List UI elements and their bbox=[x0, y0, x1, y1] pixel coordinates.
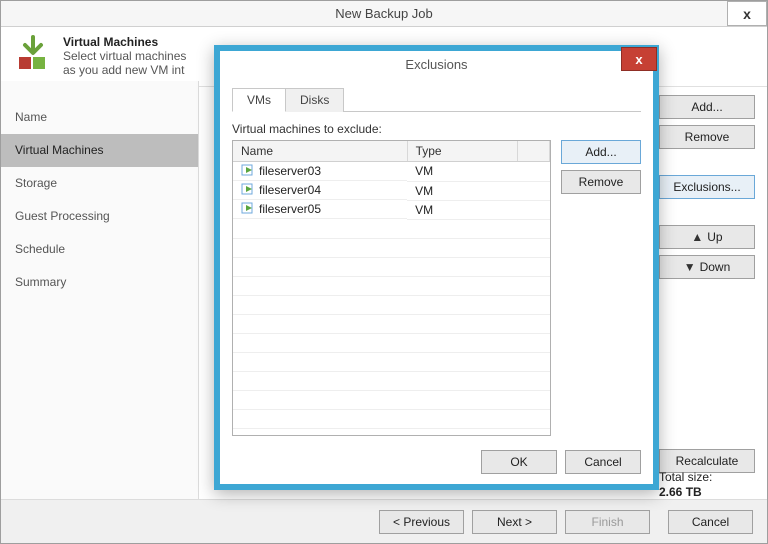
arrow-down-icon: ▼ bbox=[684, 260, 696, 274]
main-window: New Backup Job x Virtual Machines Select… bbox=[0, 0, 768, 544]
window-title: New Backup Job bbox=[335, 6, 433, 21]
exclusions-footer: OK Cancel bbox=[232, 450, 641, 474]
arrow-up-icon: ▲ bbox=[691, 230, 703, 244]
wizard-sidebar: Name Virtual Machines Storage Guest Proc… bbox=[1, 81, 199, 499]
move-up-button[interactable]: ▲ Up bbox=[659, 225, 755, 249]
vm-header-icon bbox=[13, 35, 53, 78]
exclude-right-buttons: Add... Remove bbox=[561, 140, 641, 436]
titlebar: New Backup Job x bbox=[1, 1, 767, 27]
add-vm-button[interactable]: Add... bbox=[659, 95, 755, 119]
table-row[interactable]: fileserver04 VM bbox=[233, 181, 550, 200]
exclude-list-label: Virtual machines to exclude: bbox=[232, 122, 641, 136]
sidebar-item-virtual-machines[interactable]: Virtual Machines bbox=[1, 134, 198, 167]
move-down-button[interactable]: ▼ Down bbox=[659, 255, 755, 279]
exclusions-cancel-button[interactable]: Cancel bbox=[565, 450, 641, 474]
wizard-footer: < Previous Next > Finish Cancel bbox=[1, 499, 767, 543]
exclude-grid-wrap: Name Type fileser bbox=[232, 140, 641, 436]
next-button[interactable]: Next > bbox=[472, 510, 557, 534]
tab-vms[interactable]: VMs bbox=[232, 88, 286, 112]
exclusions-title: Exclusions bbox=[405, 57, 467, 72]
exclusions-tabs: VMs Disks bbox=[232, 87, 641, 112]
window-close-button[interactable]: x bbox=[727, 1, 767, 26]
vm-icon bbox=[241, 163, 255, 180]
total-size-label: Total size: bbox=[659, 470, 755, 484]
vm-right-buttons: Add... Remove Exclusions... ▲ Up ▼ Down bbox=[659, 95, 755, 279]
previous-button[interactable]: < Previous bbox=[379, 510, 464, 534]
col-name[interactable]: Name bbox=[233, 141, 407, 162]
exclusions-body: VMs Disks Virtual machines to exclude: N… bbox=[220, 77, 653, 484]
close-icon: x bbox=[635, 52, 642, 67]
exclusions-titlebar: Exclusions x bbox=[220, 51, 653, 77]
exclusions-close-button[interactable]: x bbox=[621, 47, 657, 71]
table-row[interactable]: fileserver03 VM bbox=[233, 162, 550, 182]
close-icon: x bbox=[743, 6, 751, 22]
total-size-value: 2.66 TB bbox=[659, 485, 755, 499]
tab-disks[interactable]: Disks bbox=[285, 88, 344, 112]
col-blank bbox=[518, 141, 550, 162]
exclude-remove-button[interactable]: Remove bbox=[561, 170, 641, 194]
sidebar-item-guest-processing[interactable]: Guest Processing bbox=[1, 200, 198, 233]
finish-button: Finish bbox=[565, 510, 650, 534]
vm-icon bbox=[241, 201, 255, 218]
exclude-add-button[interactable]: Add... bbox=[561, 140, 641, 164]
total-size-block: Total size: 2.66 TB bbox=[659, 470, 755, 499]
col-type[interactable]: Type bbox=[407, 141, 518, 162]
sidebar-item-storage[interactable]: Storage bbox=[1, 167, 198, 200]
vm-icon bbox=[241, 182, 255, 199]
sidebar-item-schedule[interactable]: Schedule bbox=[1, 233, 198, 266]
exclusions-ok-button[interactable]: OK bbox=[481, 450, 557, 474]
exclude-grid[interactable]: Name Type fileser bbox=[232, 140, 551, 436]
table-row[interactable]: fileserver05 VM bbox=[233, 200, 550, 219]
sidebar-item-summary[interactable]: Summary bbox=[1, 266, 198, 299]
sidebar-item-name[interactable]: Name bbox=[1, 101, 198, 134]
remove-vm-button[interactable]: Remove bbox=[659, 125, 755, 149]
cancel-button[interactable]: Cancel bbox=[668, 510, 753, 534]
exclusions-button[interactable]: Exclusions... bbox=[659, 175, 755, 199]
exclusions-dialog: Exclusions x VMs Disks Virtual machines … bbox=[214, 45, 659, 490]
